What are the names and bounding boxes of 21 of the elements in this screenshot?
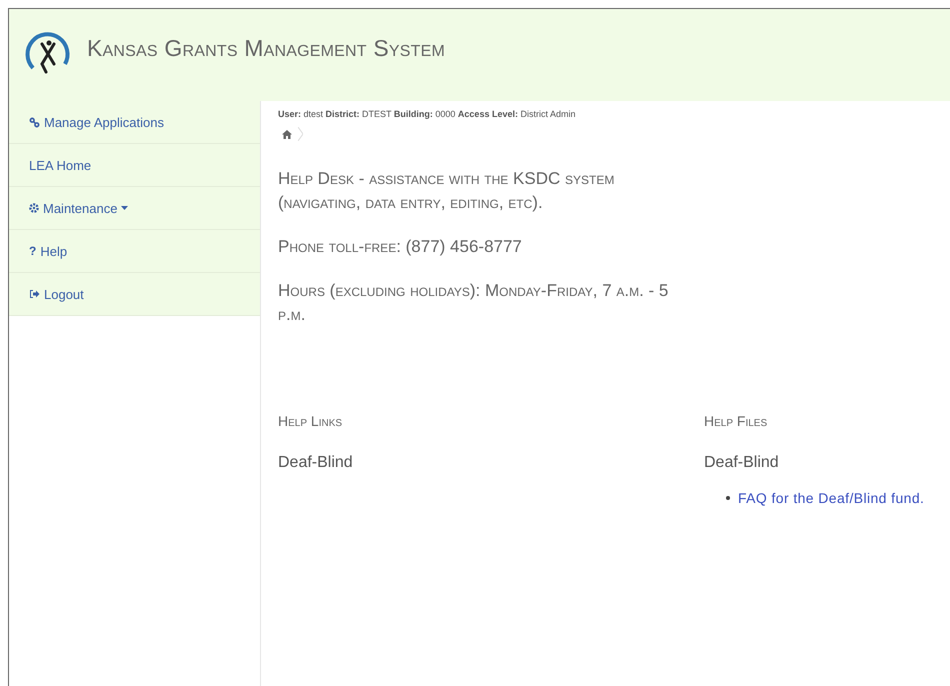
- user-info: User: dtest District: DTEST Building: 0000 Access Level: District Admin: [278, 109, 576, 119]
- gear-icon: [29, 203, 39, 213]
- help-desk-text: Hours (excluding holidays): Monday-Friday, 7 a.m. - 5 p.m.: [278, 280, 670, 326]
- sidebar-link[interactable]: ? Help: [9, 229, 260, 272]
- help-desk-text: Phone toll-free: (877) 456-8777: [278, 236, 523, 258]
- group-title: Deaf-Blind: [704, 454, 780, 472]
- link-icon: [29, 116, 40, 128]
- sidebar-link[interactable]: Manage Applications: [9, 101, 260, 143]
- logout-icon: [29, 289, 40, 299]
- chevron-icon: [298, 127, 303, 141]
- app-title: Kansas Grants Management System: [87, 35, 446, 62]
- sidebar-link[interactable]: Maintenance: [9, 186, 260, 229]
- section-title: Help Files: [704, 413, 768, 429]
- bullet-icon: [726, 496, 730, 500]
- file-link[interactable]: FAQ for the Deaf/Blind fund.: [738, 490, 924, 506]
- help-desk-text: Help Desk - assistance with the KSDC system (navigating, data entry, editing, etc).: [278, 168, 616, 214]
- section-title: Help Links: [278, 413, 344, 429]
- sidebar-link[interactable]: Logout: [9, 272, 260, 315]
- sidebar-link[interactable]: LEA Home: [9, 143, 260, 186]
- group-title: Deaf-Blind: [278, 454, 354, 472]
- home-icon[interactable]: [282, 130, 292, 138]
